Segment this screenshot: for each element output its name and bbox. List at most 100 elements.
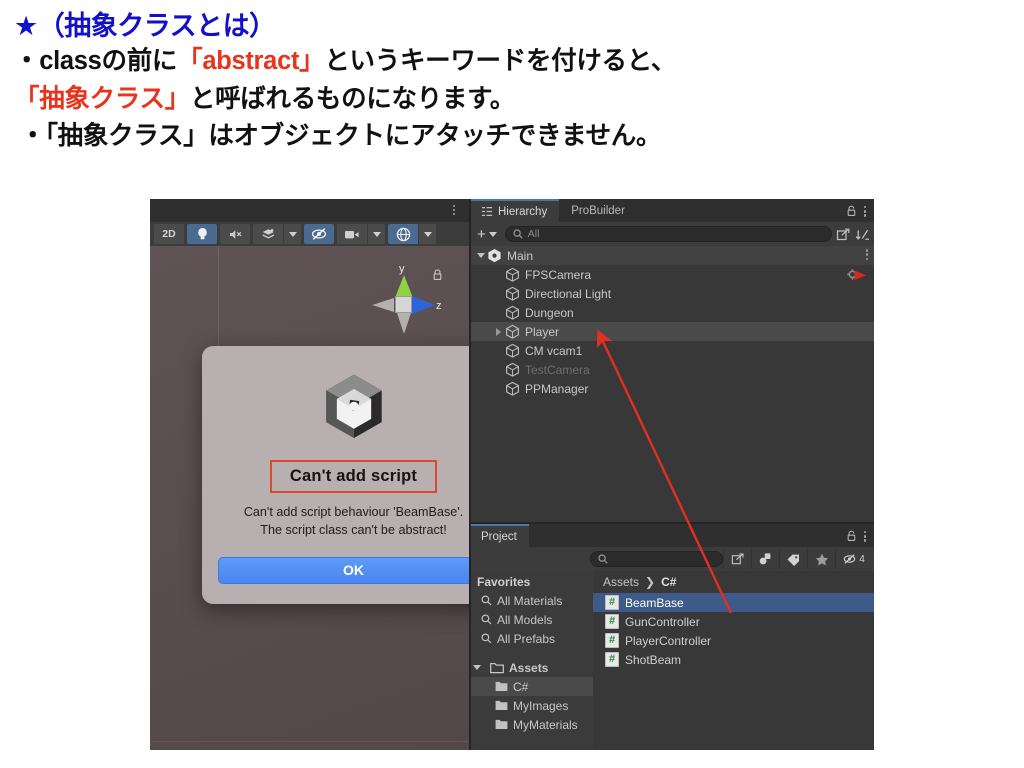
breadcrumb-root[interactable]: Assets bbox=[603, 575, 639, 589]
filter-by-label-button[interactable] bbox=[779, 549, 807, 569]
gizmo-z-label: z bbox=[436, 300, 442, 312]
gizmo-axis-y-cone[interactable] bbox=[395, 275, 413, 298]
lock-icon[interactable] bbox=[432, 269, 443, 281]
hierarchy-row[interactable]: Dungeon bbox=[469, 303, 874, 322]
gizmo-center-cube[interactable] bbox=[395, 296, 412, 313]
project-tab-icons[interactable] bbox=[846, 524, 875, 547]
filter-favorites-button[interactable] bbox=[807, 549, 835, 569]
gizmo-axis-negz-cone[interactable] bbox=[372, 298, 394, 312]
hierarchy-row-label: FPSCamera bbox=[525, 267, 592, 282]
expand-toggle[interactable] bbox=[474, 253, 487, 258]
tab-project[interactable]: Project bbox=[469, 524, 529, 547]
assets-root-row[interactable]: Assets bbox=[469, 658, 593, 677]
asset-label: BeamBase bbox=[625, 595, 684, 610]
scene-effects-group[interactable] bbox=[253, 224, 301, 244]
hierarchy-search-input[interactable]: All bbox=[504, 226, 832, 242]
project-asset-grid[interactable]: Assets ❯ C# # BeamBase # GunController # Play… bbox=[593, 571, 874, 750]
audio-mute-icon bbox=[229, 229, 241, 239]
folder-icon bbox=[495, 681, 508, 691]
asset-row[interactable]: # BeamBase bbox=[593, 593, 874, 612]
asset-row[interactable]: # PlayerController bbox=[593, 631, 874, 650]
sort-icon[interactable] bbox=[855, 227, 870, 242]
hierarchy-list[interactable]: Main FPSCamera Directional Light Dungeon Pla… bbox=[469, 246, 874, 524]
cant-add-script-dialog[interactable]: Can't add script Can't add script behavi… bbox=[202, 346, 505, 604]
asset-row[interactable]: # GunController bbox=[593, 612, 874, 631]
scene-row-kebab-icon[interactable] bbox=[865, 249, 868, 261]
scene-toolbar[interactable]: 2D bbox=[150, 222, 469, 246]
scene-2d-toggle[interactable]: 2D bbox=[154, 224, 184, 244]
gameobject-cube-icon bbox=[506, 267, 519, 282]
project-panel[interactable]: Project 4 Favorites All Materials All Mo… bbox=[469, 524, 874, 750]
project-search-input[interactable] bbox=[590, 551, 723, 567]
lock-icon[interactable] bbox=[846, 205, 857, 217]
scene-effects-toggle[interactable] bbox=[253, 224, 283, 244]
project-filter-tools[interactable]: 4 bbox=[723, 549, 871, 569]
vertical-splitter[interactable] bbox=[469, 199, 471, 750]
project-folder-row[interactable]: MyMaterials bbox=[469, 715, 593, 734]
scene-camera-group[interactable] bbox=[337, 224, 385, 244]
expand-panel-button[interactable] bbox=[723, 549, 751, 569]
scene-view-panel[interactable]: 2D y z Can't add script Can't add script… bbox=[150, 199, 505, 750]
effects-layers-icon bbox=[262, 228, 274, 239]
hierarchy-row-label: CM vcam1 bbox=[525, 343, 583, 358]
scene-gizmos-group[interactable] bbox=[388, 224, 436, 244]
hierarchy-row[interactable]: Main bbox=[469, 246, 874, 265]
hierarchy-icon bbox=[482, 207, 493, 216]
favorite-row[interactable]: All Prefabs bbox=[469, 629, 593, 648]
prefab-override-icon[interactable] bbox=[846, 268, 868, 282]
search-icon bbox=[513, 229, 523, 239]
hierarchy-row[interactable]: TestCamera bbox=[469, 360, 874, 379]
project-folder-row[interactable]: MyImages bbox=[469, 696, 593, 715]
project-body[interactable]: Favorites All Materials All Models All Pre… bbox=[469, 571, 874, 750]
scene-effects-dropdown[interactable] bbox=[284, 224, 301, 244]
scene-kebab-icon[interactable] bbox=[447, 203, 461, 218]
scene-camera-dropdown[interactable] bbox=[368, 224, 385, 244]
scene-orientation-gizmo[interactable]: y z bbox=[369, 263, 442, 341]
project-folder-row[interactable]: C# bbox=[469, 677, 593, 696]
scene-camera-toggle[interactable] bbox=[337, 224, 367, 244]
project-folders[interactable]: C# MyImages MyMaterials bbox=[469, 677, 593, 734]
scene-lighting-toggle[interactable] bbox=[187, 224, 217, 244]
project-toolbar[interactable]: 4 bbox=[469, 547, 874, 571]
scene-gizmos-dropdown[interactable] bbox=[419, 224, 436, 244]
project-folder-label: C# bbox=[513, 679, 529, 694]
hierarchy-row[interactable]: FPSCamera bbox=[469, 265, 874, 284]
project-kebab-icon[interactable] bbox=[863, 529, 866, 542]
hierarchy-toolbar[interactable]: + All bbox=[469, 222, 874, 246]
asset-list[interactable]: # BeamBase # GunController # PlayerController… bbox=[593, 593, 874, 669]
favorite-row[interactable]: All Materials bbox=[469, 591, 593, 610]
project-tabbar[interactable]: Project bbox=[469, 524, 874, 547]
slide-text-block: ★（抽象クラスとは） ・classの前に「abstract」というキーワードを付… bbox=[0, 0, 1024, 156]
hierarchy-row-label: PPManager bbox=[525, 381, 589, 396]
breadcrumb[interactable]: Assets ❯ C# bbox=[593, 571, 874, 593]
hierarchy-tabbar[interactable]: Hierarchy ProBuilder bbox=[469, 199, 874, 222]
hierarchy-row[interactable]: CM vcam1 bbox=[469, 341, 874, 360]
tab-hierarchy[interactable]: Hierarchy bbox=[469, 199, 560, 222]
project-folder-tree[interactable]: Favorites All Materials All Models All Pre… bbox=[469, 571, 593, 750]
filter-by-type-button[interactable] bbox=[751, 549, 779, 569]
gameobject-cube-icon bbox=[506, 381, 519, 396]
expand-toggle[interactable] bbox=[492, 327, 505, 336]
gizmo-axis-z-cone[interactable] bbox=[412, 296, 435, 314]
favorite-row[interactable]: All Models bbox=[469, 610, 593, 629]
expand-panel-icon[interactable] bbox=[836, 227, 851, 242]
dialog-ok-button[interactable]: OK bbox=[217, 556, 490, 584]
create-object-button[interactable]: + bbox=[473, 226, 501, 243]
lock-icon[interactable] bbox=[846, 530, 857, 542]
hierarchy-row[interactable]: Player bbox=[469, 322, 874, 341]
scene-hidden-objects-toggle[interactable] bbox=[304, 224, 334, 244]
hierarchy-row[interactable]: PPManager bbox=[469, 379, 874, 398]
hierarchy-panel[interactable]: Hierarchy ProBuilder + All Main FPSCamer… bbox=[469, 199, 874, 524]
gizmo-axis-negy-cone[interactable] bbox=[397, 313, 411, 334]
favorites-list[interactable]: All Materials All Models All Prefabs bbox=[469, 591, 593, 648]
scene-gizmos-toggle[interactable] bbox=[388, 224, 418, 244]
scene-audio-toggle[interactable] bbox=[220, 224, 250, 244]
hierarchy-kebab-icon[interactable] bbox=[863, 204, 866, 217]
hierarchy-row[interactable]: Directional Light bbox=[469, 284, 874, 303]
hierarchy-tab-icons[interactable] bbox=[846, 199, 875, 222]
hidden-assets-indicator[interactable]: 4 bbox=[835, 549, 871, 569]
horizontal-splitter[interactable] bbox=[469, 522, 874, 524]
bullet-1-highlight: 「abstract」 bbox=[177, 46, 325, 75]
asset-row[interactable]: # ShotBeam bbox=[593, 650, 874, 669]
tab-probuilder[interactable]: ProBuilder bbox=[559, 199, 637, 222]
